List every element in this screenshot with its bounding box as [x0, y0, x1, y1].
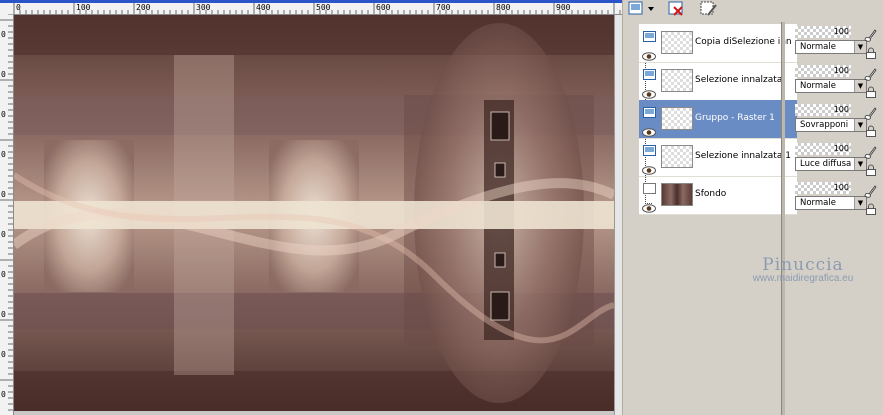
layer-name: Copia diSelezione inn — [695, 37, 792, 47]
ruler-top-label: 900 — [556, 3, 571, 12]
layer-property-row: 100 Normale ▼ — [791, 180, 883, 218]
brush-icon[interactable] — [863, 27, 877, 42]
blend-mode-value: Sovrapponi — [800, 120, 849, 130]
lock-icon[interactable] — [865, 200, 877, 215]
blend-mode-select[interactable]: Sovrapponi ▼ — [795, 118, 867, 132]
blend-mode-value: Normale — [800, 198, 836, 208]
ruler-left-label: 0 — [1, 30, 6, 39]
raster-layer-icon — [643, 141, 656, 156]
layer-property-row: 100 Normale ▼ — [791, 63, 883, 101]
raster-layer-icon — [643, 27, 656, 42]
new-layer-button[interactable] — [627, 0, 657, 18]
layer-name: Selezione innalzata 1 — [695, 151, 791, 161]
layer-thumbnail — [661, 69, 693, 92]
visibility-eye-icon[interactable] — [642, 198, 656, 213]
new-layer-icon — [628, 1, 654, 15]
brush-icon[interactable] — [863, 144, 877, 159]
ruler-top-label: 200 — [136, 3, 151, 12]
delete-layer-icon — [668, 1, 683, 16]
layer-thumbnail — [661, 145, 693, 168]
image-canvas[interactable] — [14, 15, 614, 411]
blend-mode-select[interactable]: Normale ▼ — [795, 79, 867, 93]
visibility-eye-icon[interactable] — [642, 160, 656, 175]
ruler-left-label: 0 — [1, 150, 6, 159]
raster-layer-icon — [643, 65, 656, 80]
layers-list: Copia diSelezione inn Selezione innalzata… — [639, 24, 797, 215]
watermark-name: Pinuccia — [762, 255, 844, 275]
opacity-slider[interactable]: 100 — [795, 182, 851, 194]
layer-row[interactable]: Sfondo — [639, 176, 797, 215]
opacity-slider[interactable]: 100 — [795, 26, 851, 38]
canvas-area: 0 100 200 300 400 500 600 700 800 900 0 0 0 0 0 0 0 0 0 0 — [0, 0, 623, 415]
ruler-left-label: 0 — [1, 230, 6, 239]
visibility-eye-icon[interactable] — [642, 46, 656, 61]
blend-mode-value: Normale — [800, 81, 836, 91]
layer-row[interactable]: Selezione innalzata — [639, 62, 797, 101]
lock-icon[interactable] — [865, 161, 877, 176]
lock-icon[interactable] — [865, 44, 877, 59]
watermark-url: www.maidiregrafica.eu — [752, 273, 854, 284]
layer-property-row: 100 Normale ▼ — [791, 24, 883, 62]
visibility-eye-icon[interactable] — [642, 122, 656, 137]
layers-toolbar — [623, 0, 883, 20]
blend-mode-select[interactable]: Normale ▼ — [795, 40, 867, 54]
layer-name: Selezione innalzata — [695, 75, 783, 85]
mask-button[interactable] — [699, 0, 719, 18]
raster-layer-icon — [643, 103, 656, 118]
ruler-top-label: 100 — [76, 3, 91, 12]
ruler-top-label: 0 — [16, 3, 21, 12]
layer-properties: 100 Normale ▼ 100 Normale ▼ 100 Sovrapponi ▼ 100 L… — [791, 22, 883, 222]
ruler-top-label: 300 — [196, 3, 211, 12]
ruler-top-label: 700 — [436, 3, 451, 12]
ruler-left-label: 0 — [1, 270, 6, 279]
layer-property-row: 100 Sovrapponi ▼ — [791, 102, 883, 140]
ruler-left-label: 0 — [1, 350, 6, 359]
blend-mode-select[interactable]: Luce diffusa ▼ — [795, 157, 867, 171]
ruler-left-label: 0 — [1, 390, 6, 399]
lock-icon[interactable] — [865, 83, 877, 98]
watermark: Pinuccia www.maidiregrafica.eu — [713, 255, 883, 284]
layers-panel: Copia diSelezione inn Selezione innalzata… — [622, 0, 883, 415]
mask-icon — [700, 1, 717, 16]
brush-icon[interactable] — [863, 183, 877, 198]
layer-row[interactable]: Copia diSelezione inn — [639, 24, 797, 63]
ruler-top: 0 100 200 300 400 500 600 700 800 900 — [0, 0, 622, 15]
blend-mode-value: Luce diffusa — [800, 159, 852, 169]
ruler-left-label: 0 — [1, 310, 6, 319]
layer-name: Sfondo — [695, 189, 727, 199]
opacity-slider[interactable]: 100 — [795, 65, 851, 77]
ruler-ticks — [13, 3, 621, 14]
opacity-slider[interactable]: 100 — [795, 104, 851, 116]
ruler-left-label: 0 — [1, 190, 6, 199]
ruler-top-label: 400 — [256, 3, 271, 12]
horizontal-scrollbar[interactable] — [14, 411, 614, 415]
layer-row[interactable]: Gruppo - Raster 1 — [639, 100, 797, 139]
ruler-top-label: 800 — [496, 3, 511, 12]
layer-thumbnail — [661, 107, 693, 130]
layer-thumbnail — [661, 183, 693, 206]
visibility-eye-icon[interactable] — [642, 84, 656, 99]
layer-property-row: 100 Luce diffusa ▼ — [791, 141, 883, 179]
lock-icon[interactable] — [865, 122, 877, 137]
brush-icon[interactable] — [863, 66, 877, 81]
layer-name: Gruppo - Raster 1 — [695, 113, 775, 123]
opacity-slider[interactable]: 100 — [795, 143, 851, 155]
ruler-left-label: 0 — [1, 70, 6, 79]
blend-mode-value: Normale — [800, 42, 836, 52]
ruler-top-label: 600 — [376, 3, 391, 12]
ruler-left: 0 0 0 0 0 0 0 0 0 0 — [0, 14, 14, 415]
layer-row[interactable]: Selezione innalzata 1 — [639, 138, 797, 177]
ruler-left-label: 0 — [1, 110, 6, 119]
delete-layer-button[interactable] — [667, 0, 687, 18]
layer-thumbnail — [661, 31, 693, 54]
panel-splitter[interactable] — [781, 22, 785, 415]
brush-icon[interactable] — [863, 105, 877, 120]
background-layer-icon — [643, 179, 656, 194]
ruler-top-label: 500 — [316, 3, 331, 12]
artwork — [14, 15, 614, 411]
blend-mode-select[interactable]: Normale ▼ — [795, 196, 867, 210]
